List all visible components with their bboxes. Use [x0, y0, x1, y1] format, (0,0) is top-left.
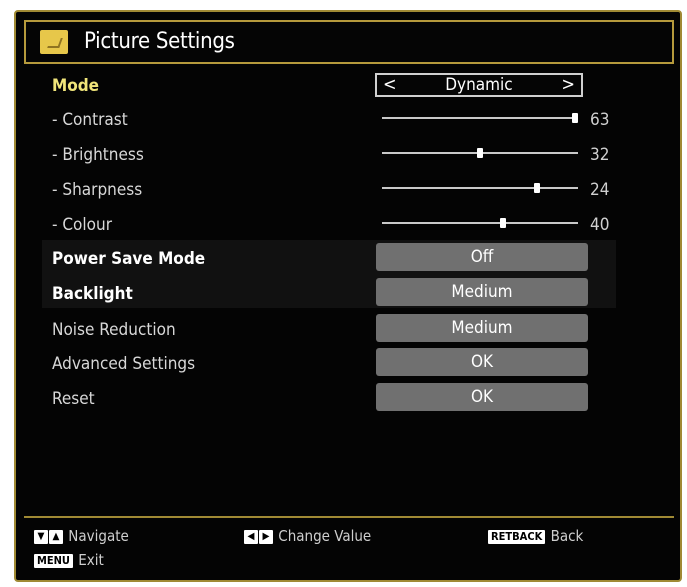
arrow-right-key-icon: ▶ — [259, 529, 273, 544]
brightness-label: - Brightness — [52, 145, 144, 165]
reset-value: OK — [470, 387, 494, 407]
navigate-hint: ▼ ▲ Navigate — [34, 526, 129, 546]
sharpness-label: - Sharpness — [52, 180, 143, 200]
back-label: Back — [550, 527, 584, 545]
power-save-mode-value-box[interactable]: Off — [376, 243, 588, 271]
colour-label: - Colour — [52, 215, 112, 235]
title-bar: Picture Settings — [24, 20, 674, 64]
contrast-label: - Contrast — [52, 110, 128, 130]
brightness-slider[interactable] — [382, 148, 578, 158]
mode-label: Mode — [52, 76, 100, 96]
power-save-mode-value: Off — [470, 247, 494, 267]
noise-reduction-row[interactable]: Noise Reduction Medium — [42, 314, 622, 348]
power-save-mode-row[interactable]: Power Save Mode Off — [42, 243, 622, 277]
reset-ok-button[interactable]: OK — [376, 383, 588, 411]
contrast-value: 63 — [590, 110, 610, 130]
brightness-value: 32 — [590, 145, 610, 165]
contrast-slider-thumb[interactable] — [572, 113, 578, 123]
advanced-settings-ok-button[interactable]: OK — [376, 348, 588, 376]
reset-label: Reset — [52, 389, 95, 409]
sharpness-value: 24 — [590, 180, 610, 200]
backlight-value: Medium — [451, 282, 513, 302]
change-value-hint: ◀ ▶ Change Value — [244, 526, 371, 546]
page-title: Picture Settings — [84, 29, 235, 54]
brightness-slider-thumb[interactable] — [477, 148, 483, 158]
colour-slider[interactable] — [382, 218, 578, 228]
advanced-settings-value: OK — [470, 352, 494, 372]
arrow-up-key-icon: ▲ — [49, 529, 63, 544]
sharpness-slider[interactable] — [382, 183, 578, 193]
colour-row[interactable]: - Colour 40 — [42, 209, 622, 243]
mode-row[interactable]: Mode < Dynamic > — [42, 70, 622, 104]
power-save-mode-label: Power Save Mode — [52, 249, 206, 269]
exit-hint: MENU Exit — [34, 550, 104, 570]
footer-divider — [24, 516, 674, 518]
sharpness-row[interactable]: - Sharpness 24 — [42, 174, 622, 208]
mode-value: Dynamic — [445, 75, 513, 95]
picture-settings-icon — [40, 30, 68, 54]
sharpness-slider-thumb[interactable] — [534, 183, 540, 193]
contrast-slider[interactable] — [382, 113, 578, 123]
reset-row[interactable]: Reset OK — [42, 383, 622, 417]
menu-key-icon: MENU — [34, 553, 73, 568]
change-value-label: Change Value — [278, 527, 372, 545]
arrow-left-key-icon: ◀ — [244, 529, 258, 544]
retback-key-icon: RETBACK — [488, 529, 546, 544]
advanced-settings-label: Advanced Settings — [52, 354, 196, 374]
navigate-label: Navigate — [68, 527, 129, 545]
noise-reduction-value: Medium — [451, 318, 513, 338]
arrow-down-key-icon: ▼ — [34, 529, 48, 544]
colour-slider-thumb[interactable] — [500, 218, 506, 228]
noise-reduction-label: Noise Reduction — [52, 320, 176, 340]
chevron-right-icon[interactable]: > — [561, 75, 575, 95]
exit-label: Exit — [78, 551, 104, 569]
colour-value: 40 — [590, 215, 610, 235]
advanced-settings-row[interactable]: Advanced Settings OK — [42, 348, 622, 382]
mode-selector[interactable]: < Dynamic > — [375, 73, 583, 97]
contrast-row[interactable]: - Contrast 63 — [42, 104, 622, 138]
brightness-row[interactable]: - Brightness 32 — [42, 139, 622, 173]
back-hint: RETBACK Back — [488, 526, 583, 546]
backlight-label: Backlight — [52, 284, 133, 304]
backlight-value-box[interactable]: Medium — [376, 278, 588, 306]
noise-reduction-value-box[interactable]: Medium — [376, 314, 588, 342]
backlight-row[interactable]: Backlight Medium — [42, 278, 622, 312]
